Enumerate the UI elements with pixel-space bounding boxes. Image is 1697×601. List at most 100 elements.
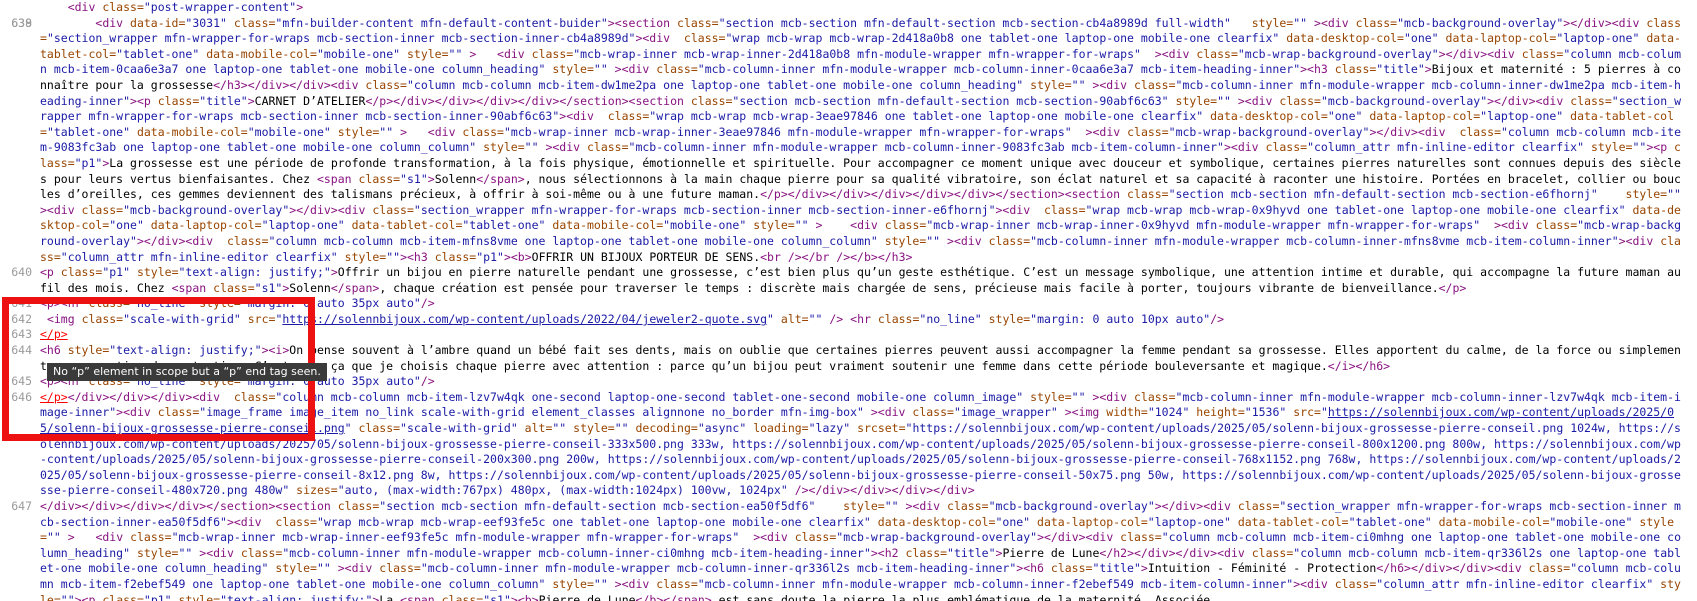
source-attribute-value: "mcb-column-inner mfn-module-wrapper mcb…	[628, 140, 1224, 155]
source-text: Intuition - Féminité - Protection	[1147, 561, 1377, 576]
source-tag: ><div	[1230, 93, 1280, 108]
source-attribute-value: "laptop-one"	[261, 218, 345, 233]
source-tag: </h6></div></div><div	[1376, 561, 1529, 576]
source-attribute-value: ""	[1217, 93, 1231, 108]
source-text	[476, 47, 497, 61]
source-attribute: class=	[1521, 46, 1564, 61]
source-attribute-value: "column mcb-column mcb-item-lzv7w4qk one…	[275, 389, 1024, 404]
source-attribute: data-id=	[130, 15, 186, 30]
source-attribute: class=	[275, 514, 317, 529]
source-tag: ><div	[1140, 46, 1197, 61]
error-end-tag: </p>	[40, 327, 68, 342]
source-attribute-value: ""	[1632, 140, 1647, 155]
source-attribute-value: "wrap mcb-wrap mcb-wrap-0x9hyvd one tabl…	[1085, 202, 1626, 217]
source-attribute-value: "text-align: justify;"	[220, 592, 373, 601]
source-tag: <p	[40, 265, 61, 280]
source-attribute: class=	[586, 140, 629, 155]
source-tag: <img	[46, 311, 82, 326]
source-attribute-value: "section mcb-section mfn-default-section…	[718, 15, 1231, 30]
source-text	[40, 16, 95, 30]
source-code-viewer[interactable]: <div class="post-wrapper-content"> 638 639…	[0, 0, 1697, 601]
source-attribute-value: "one"	[1403, 31, 1439, 46]
source-attribute-value: "auto, (max-width:767px) 480px, (max-wid…	[337, 483, 788, 498]
source-tag: </h3></div></div><div	[213, 77, 366, 92]
source-attribute-value: ""	[808, 311, 823, 326]
source-tag: ><div	[863, 405, 913, 420]
source-text: La	[379, 592, 401, 601]
source-attribute-value: "p1"	[74, 155, 103, 170]
source-attribute: class=	[1265, 140, 1308, 155]
source-attribute-value: "laptop-one"	[1147, 514, 1231, 529]
source-attribute: style=	[1584, 140, 1633, 155]
source-attribute: style=	[1023, 389, 1072, 404]
source-attribute: data-tablet-col=	[344, 218, 463, 233]
source-line: 642 <img class="scale-with-grid" src="ht…	[0, 312, 1697, 328]
source-link[interactable]: https://solennbijoux.com/wp-content/uplo…	[282, 312, 767, 326]
source-tag: ><div	[226, 514, 276, 529]
source-tag: ><h6	[1016, 561, 1051, 576]
source-attribute-value: "mcb-background-overlay"	[123, 202, 290, 217]
source-attribute-value: "mobile-one"	[247, 124, 331, 139]
source-tag: <h6	[40, 343, 68, 358]
source-attribute-value: "laptop-one"	[1480, 109, 1564, 124]
source-attribute: class=	[157, 93, 200, 108]
source-tag: ><img	[1057, 405, 1107, 420]
source-text: Solenn	[434, 171, 477, 186]
source-tag: ><div	[607, 576, 657, 591]
source-attribute-value: "mcb-column-inner mfn-module-wrapper mcb…	[1030, 233, 1619, 248]
source-line: 640 <p class="p1" style="text-align: just…	[0, 265, 1697, 296]
source-attribute: class=	[379, 561, 421, 576]
source-attribute: class=	[240, 545, 283, 560]
source-tag: ><div	[607, 62, 657, 77]
line-number: 647	[11, 499, 32, 513]
source-attribute-value: "title"	[947, 545, 996, 560]
source-tag: <div	[95, 15, 131, 30]
line-number: 640	[11, 265, 32, 280]
source-attribute: class=	[690, 93, 733, 108]
source-attribute-value: "tablet-one"	[116, 46, 200, 61]
source-attribute: decoding=	[628, 421, 698, 436]
source-attribute: class=	[877, 311, 920, 326]
source-attribute: class=	[656, 62, 698, 77]
source-text: , chaque création est pensée pour traver…	[379, 280, 1439, 295]
source-attribute: style=	[545, 62, 594, 77]
source-tag: ><b>	[510, 592, 539, 601]
source-attribute: class=	[1043, 202, 1086, 217]
source-attribute: style=	[268, 561, 317, 576]
source-attribute-value: "mcb-column-inner mfn-module-wrapper mcb…	[697, 576, 1294, 591]
source-attribute-value: "text-align: justify;"	[178, 265, 331, 280]
source-attribute: style=	[1230, 15, 1294, 30]
source-attribute-value: "title"	[1376, 62, 1425, 77]
source-attribute: style=	[545, 576, 594, 591]
source-attribute-value: "p1"	[476, 249, 504, 264]
source-attribute: class=	[884, 218, 927, 233]
source-tag: <div	[95, 530, 131, 545]
source-attribute: class=	[1251, 545, 1294, 560]
source-attribute-value: "1024"	[1147, 405, 1190, 420]
source-attribute-value: "	[1320, 405, 1328, 420]
source-attribute: data-laptop-col=	[1030, 514, 1148, 529]
source-attribute: class=	[358, 171, 401, 186]
line-number: 645	[11, 374, 32, 389]
source-attribute: style=	[337, 249, 387, 264]
source-attribute: style=	[981, 311, 1031, 326]
source-attribute-value: "mcb-background-overlay"	[1320, 93, 1488, 108]
source-attribute: class=	[351, 421, 401, 436]
source-attribute: style=	[877, 233, 927, 248]
source-tag: ></div><div	[136, 233, 227, 248]
source-attribute: data-desktop-col=	[870, 514, 996, 529]
source-attribute: class=	[60, 265, 103, 280]
source-tag: <span	[400, 592, 442, 601]
source-line: 641 <p><hr class="no_line" style="margin:…	[0, 296, 1697, 312]
source-tag: ><div	[1293, 576, 1335, 591]
source-attribute-value: "mcb-wrap-inner mcb-wrap-inner-3eae97846…	[503, 124, 1072, 139]
source-attribute: class=	[462, 124, 504, 139]
source-attribute: class=	[1133, 389, 1176, 404]
source-attribute: data-desktop-col=	[1279, 31, 1404, 46]
source-attribute: style=	[1023, 77, 1072, 92]
source-tag: <div	[850, 218, 885, 233]
source-attribute-value: "s1"	[483, 592, 511, 601]
source-tag: </span>	[330, 280, 380, 295]
source-tag: </div></div></div></div></section><secti…	[40, 499, 338, 513]
source-attribute-value: ""	[379, 124, 394, 139]
